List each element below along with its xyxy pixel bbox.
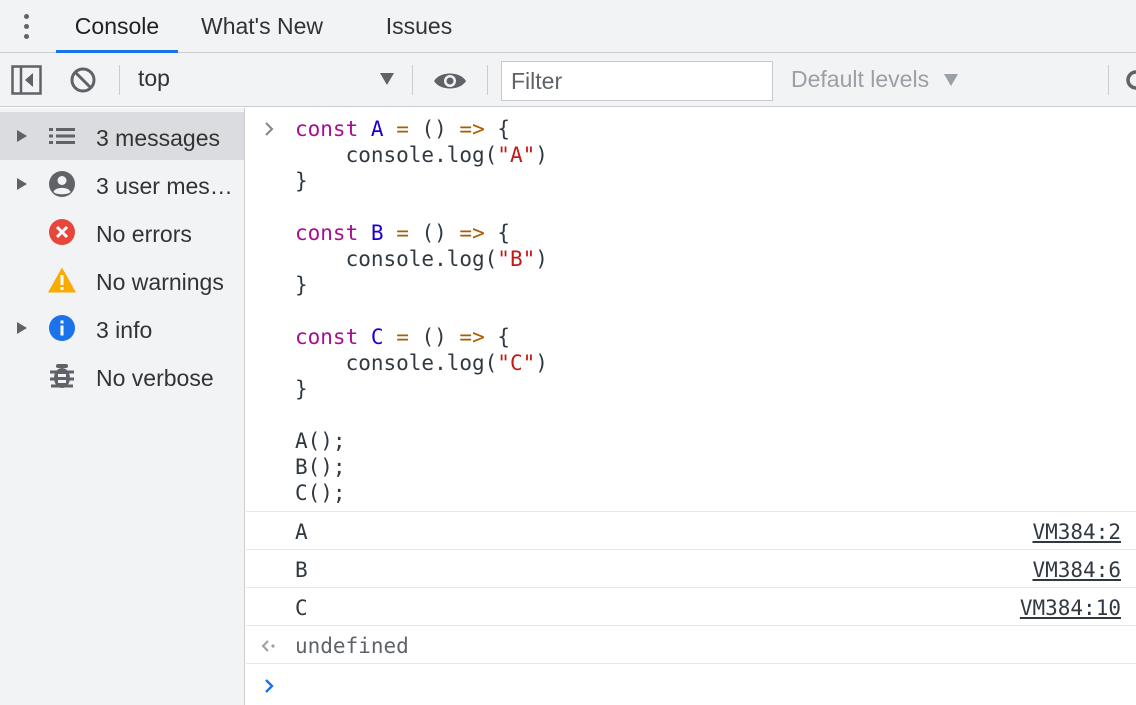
log-message-row: C VM384:10 bbox=[246, 587, 1136, 625]
bug-icon bbox=[50, 364, 74, 388]
sidebar-item-verbose[interactable]: No verbose bbox=[0, 352, 244, 400]
console-toolbar: top Default levels bbox=[0, 53, 1136, 107]
keyword: const bbox=[295, 325, 359, 349]
tab-console[interactable]: Console bbox=[56, 0, 178, 53]
log-message-text: B bbox=[295, 558, 308, 582]
toolbar-divider bbox=[119, 65, 120, 95]
toolbar-divider bbox=[412, 65, 413, 95]
devtools-tab-bar: Console What's New Issues bbox=[0, 0, 1136, 53]
keyword: const bbox=[295, 221, 359, 245]
identifier: A bbox=[370, 117, 384, 141]
log-call: console.log( bbox=[345, 143, 498, 167]
chevron-down-icon[interactable] bbox=[944, 74, 958, 86]
console-output[interactable]: const A = () => { console.log("A") } con… bbox=[246, 108, 1136, 705]
result-arrow-icon bbox=[261, 640, 275, 652]
tab-whats-new[interactable]: What's New bbox=[190, 0, 334, 53]
toolbar-divider bbox=[1108, 65, 1109, 95]
sidebar-item-label: No warnings bbox=[96, 269, 224, 295]
string-literal: "B" bbox=[497, 247, 536, 271]
source-link[interactable]: VM384:6 bbox=[1032, 557, 1121, 583]
log-call: console.log( bbox=[345, 247, 498, 271]
string-literal: "C" bbox=[497, 351, 536, 375]
log-message-row: B VM384:6 bbox=[246, 549, 1136, 587]
log-message-text: A bbox=[295, 520, 308, 544]
arrow-operator: => bbox=[459, 325, 485, 349]
warning-icon bbox=[48, 267, 76, 293]
sidebar-item-info[interactable]: 3 info bbox=[0, 304, 244, 352]
error-icon bbox=[49, 219, 75, 245]
sidebar-item-messages[interactable]: 3 messages bbox=[0, 112, 244, 160]
result-value: undefined bbox=[295, 634, 409, 658]
arrow-operator: => bbox=[459, 117, 485, 141]
log-message-row: A VM384:2 bbox=[246, 511, 1136, 549]
tab-issues[interactable]: Issues bbox=[374, 0, 464, 53]
log-message-text: C bbox=[295, 596, 308, 620]
context-selector[interactable]: top bbox=[138, 65, 170, 92]
info-icon bbox=[49, 315, 75, 341]
gear-icon[interactable] bbox=[1126, 67, 1136, 93]
toolbar-divider bbox=[487, 65, 488, 95]
source-link[interactable]: VM384:10 bbox=[1020, 595, 1121, 621]
console-input[interactable] bbox=[246, 663, 1136, 705]
eye-icon[interactable] bbox=[432, 69, 468, 93]
clear-console-icon[interactable] bbox=[69, 66, 97, 94]
sidebar-item-label: 3 messages bbox=[96, 125, 221, 151]
result-row: undefined bbox=[246, 625, 1136, 663]
command-prompt-icon bbox=[265, 122, 274, 136]
call-statement: B(); bbox=[295, 455, 346, 479]
sidebar-item-label: No verbose bbox=[96, 365, 214, 391]
sidebar-toggle-icon[interactable] bbox=[11, 65, 42, 95]
sidebar-item-label: No errors bbox=[96, 221, 192, 247]
expand-arrow-icon[interactable] bbox=[17, 322, 27, 334]
entered-code[interactable]: const A = () => { console.log("A") } con… bbox=[295, 116, 548, 506]
console-sidebar: 3 messages 3 user mes… No errors No warn… bbox=[0, 108, 245, 705]
sidebar-item-label: 3 info bbox=[96, 317, 153, 343]
log-levels-dropdown[interactable]: Default levels bbox=[791, 66, 929, 93]
identifier: B bbox=[370, 221, 384, 245]
keyword: const bbox=[295, 117, 359, 141]
call-statement: A(); bbox=[295, 429, 346, 453]
log-call: console.log( bbox=[345, 351, 498, 375]
sidebar-item-errors[interactable]: No errors bbox=[0, 208, 244, 256]
expand-arrow-icon[interactable] bbox=[17, 130, 27, 142]
list-icon bbox=[49, 128, 75, 144]
expand-arrow-icon[interactable] bbox=[17, 178, 27, 190]
source-link[interactable]: VM384:2 bbox=[1032, 519, 1121, 545]
chevron-down-icon[interactable] bbox=[380, 73, 394, 85]
more-options-icon[interactable] bbox=[16, 12, 38, 42]
sidebar-item-warnings[interactable]: No warnings bbox=[0, 256, 244, 304]
call-statement: C(); bbox=[295, 481, 346, 505]
user-icon bbox=[49, 171, 75, 197]
string-literal: "A" bbox=[497, 143, 536, 167]
identifier: C bbox=[370, 325, 384, 349]
arrow-operator: => bbox=[459, 221, 485, 245]
filter-input[interactable] bbox=[501, 61, 773, 101]
sidebar-item-label: 3 user mes… bbox=[96, 173, 233, 199]
input-prompt-icon bbox=[265, 679, 274, 693]
sidebar-item-user-messages[interactable]: 3 user mes… bbox=[0, 160, 244, 208]
